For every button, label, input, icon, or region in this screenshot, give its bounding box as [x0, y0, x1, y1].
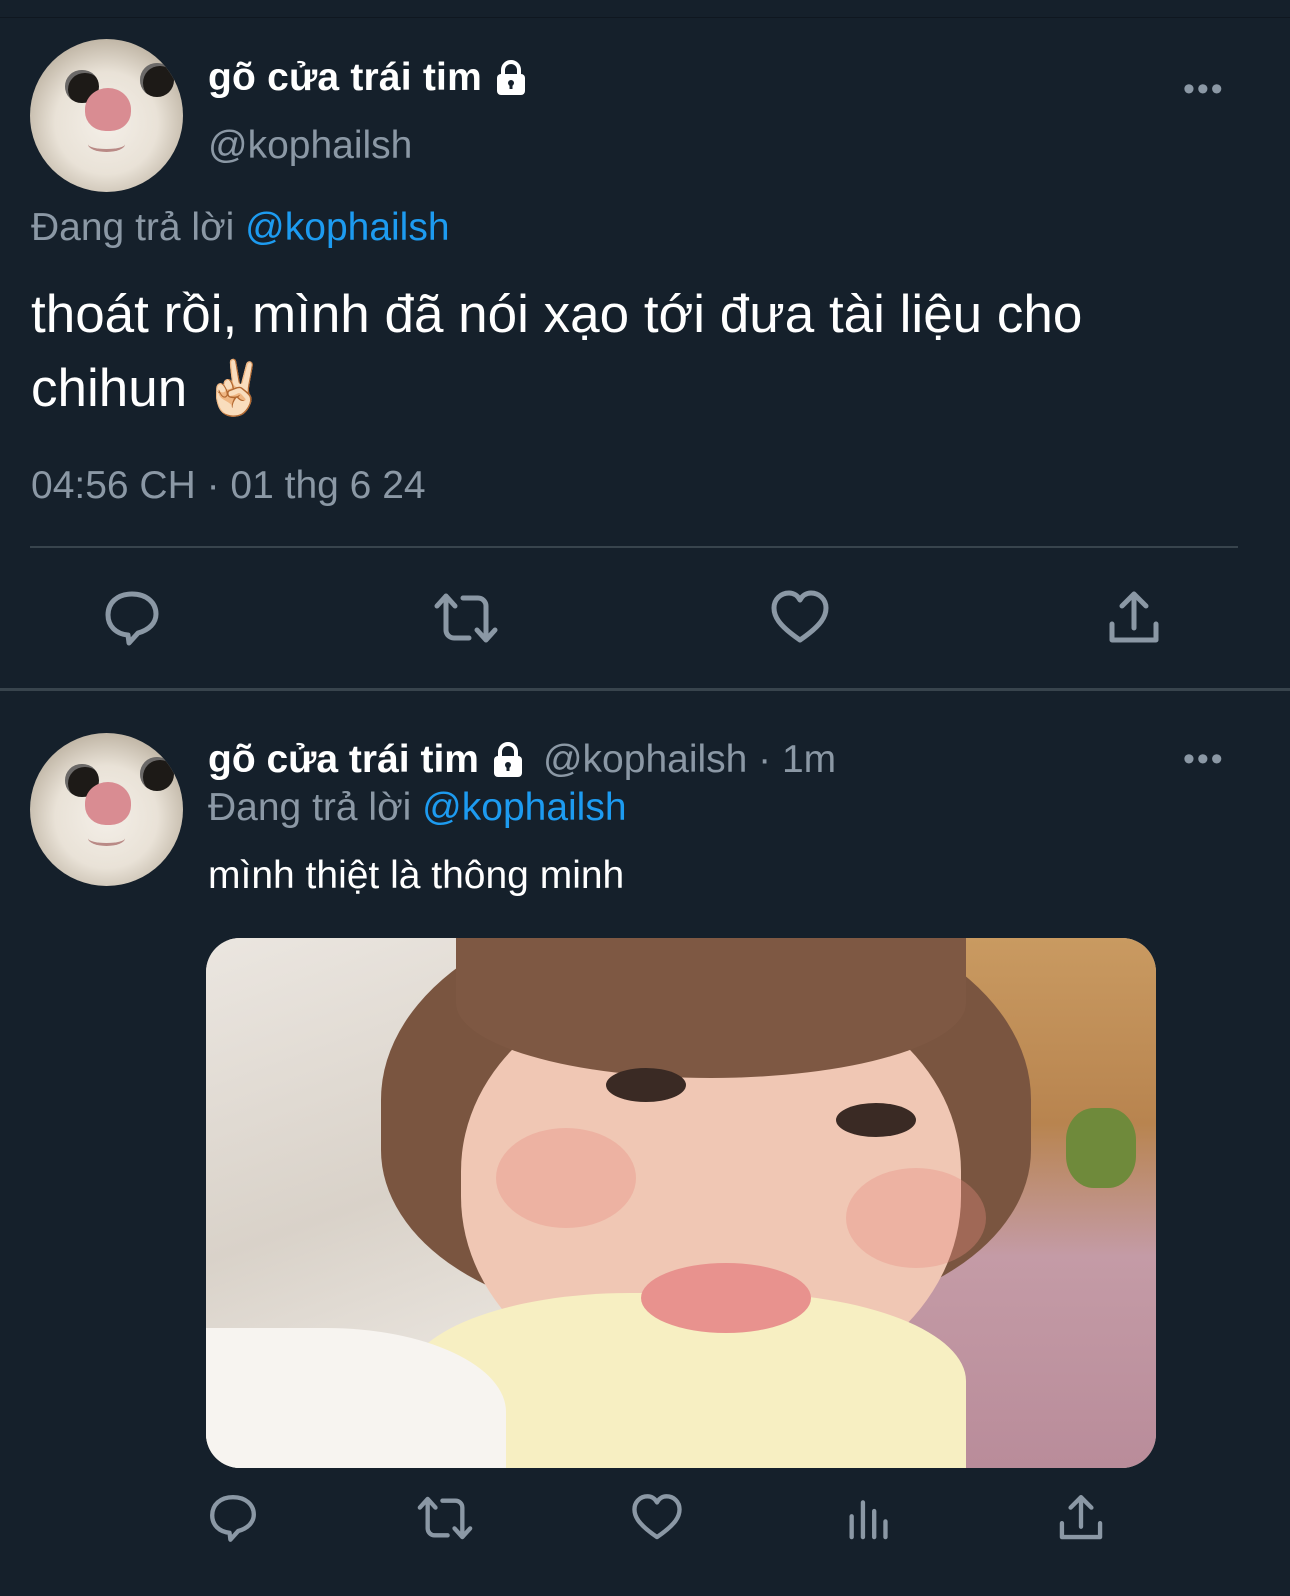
avatar-nose — [85, 781, 131, 825]
display-name-text: gõ cửa trái tim — [208, 56, 482, 99]
replying-to: Đang trả lời @kophailsh — [208, 786, 627, 830]
lock-icon — [489, 741, 527, 779]
avatar[interactable] — [30, 39, 183, 192]
replying-to-label: Đang trả lời — [31, 206, 235, 249]
photo-cheek — [846, 1168, 986, 1268]
retweet-icon[interactable] — [431, 578, 501, 658]
photo-eye — [836, 1103, 916, 1137]
replying-to-label: Đang trả lời — [208, 786, 412, 829]
share-icon[interactable] — [1046, 1478, 1116, 1558]
lock-icon — [492, 59, 530, 97]
photo-plant — [1066, 1108, 1136, 1188]
replying-to-mention[interactable]: @kophailsh — [245, 206, 449, 249]
retweet-icon[interactable] — [410, 1478, 480, 1558]
tweet-timestamp[interactable]: 04:56 CH · 01 thg 6 24 — [31, 464, 426, 508]
action-bar — [0, 1478, 1290, 1558]
avatar[interactable] — [30, 733, 183, 886]
handle[interactable]: @kophailsh — [208, 124, 412, 168]
photo-eye — [606, 1068, 686, 1102]
photo-cheek — [496, 1128, 636, 1228]
like-icon[interactable] — [622, 1478, 692, 1558]
action-bar — [0, 578, 1290, 658]
photo-tongue — [641, 1263, 811, 1333]
reply-icon[interactable] — [198, 1478, 268, 1558]
replying-to: Đang trả lời @kophailsh — [31, 206, 450, 250]
reply-icon[interactable] — [97, 578, 167, 658]
tweet-text: mình thiệt là thông minh — [208, 854, 625, 897]
share-icon[interactable] — [1099, 578, 1169, 658]
avatar-mouth — [88, 137, 125, 153]
display-name[interactable]: gõ cửa trái tim — [208, 738, 479, 782]
display-name[interactable]: gõ cửa trái tim — [208, 56, 530, 100]
focused-tweet: gõ cửa trái tim @kophailsh ••• Đang trả … — [0, 0, 1290, 704]
tweet-separator — [0, 688, 1290, 691]
avatar-nose — [85, 87, 131, 131]
replying-to-mention[interactable]: @kophailsh — [422, 786, 626, 829]
like-icon[interactable] — [765, 578, 835, 658]
more-options-icon[interactable]: ••• — [1183, 740, 1225, 779]
reply-tweet-header: gõ cửa trái tim @kophailsh · 1m — [208, 738, 836, 782]
avatar-mouth — [88, 831, 125, 847]
tweet-media-photo[interactable] — [206, 938, 1156, 1468]
analytics-icon[interactable] — [834, 1478, 904, 1558]
avatar-eye — [140, 63, 174, 98]
more-options-icon[interactable]: ••• — [1183, 70, 1225, 109]
tweet-text: thoát rồi, mình đã nói xạo tới đưa tài l… — [31, 285, 1083, 418]
handle-and-time[interactable]: @kophailsh · 1m — [543, 738, 836, 782]
avatar-eye — [140, 757, 174, 792]
divider — [30, 546, 1238, 548]
